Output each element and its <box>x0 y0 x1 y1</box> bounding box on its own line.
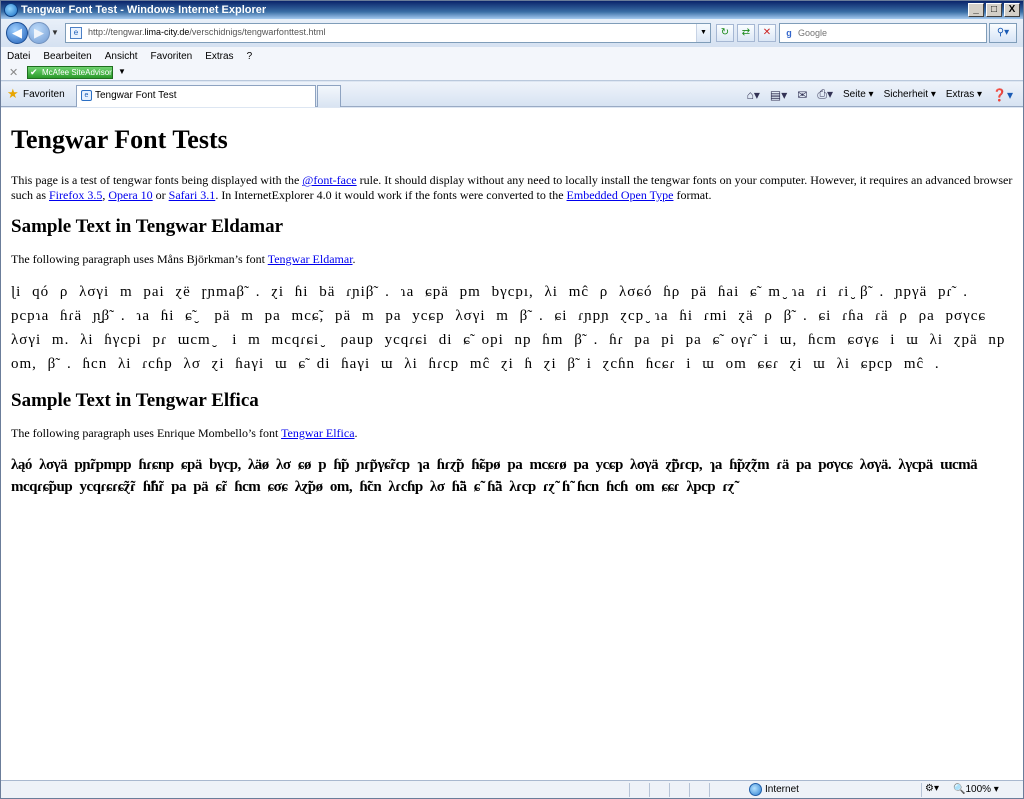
search-input[interactable] <box>798 26 978 40</box>
address-dropdown-icon[interactable]: ▼ <box>696 24 710 42</box>
help-icon[interactable]: ❓▾ <box>992 88 1013 102</box>
menu-ansicht[interactable]: Ansicht <box>105 51 138 62</box>
tab-tengwar-font-test[interactable]: e Tengwar Font Test <box>76 85 316 107</box>
globe-icon <box>749 783 762 796</box>
menu-extras[interactable]: Extras <box>205 51 233 62</box>
mail-icon[interactable]: ✉ <box>797 88 807 102</box>
link-safari[interactable]: Safari 3.1 <box>169 188 216 202</box>
refresh-icon[interactable]: ⇄ <box>737 24 755 42</box>
link-tengwar-elfica[interactable]: Tengwar Elfica <box>281 426 354 440</box>
mcafee-label: McAfee SiteAdvisor <box>42 68 112 77</box>
menu-favoriten[interactable]: Favoriten <box>151 51 193 62</box>
sicherheit-menu[interactable]: Sicherheit ▾ <box>884 89 936 100</box>
page-content: Tengwar Font Tests This page is a test o… <box>1 108 1023 780</box>
print-icon[interactable]: ⎙▾ <box>817 87 833 102</box>
address-url[interactable]: http://tengwar.lima-city.de/verschidnigs… <box>88 27 325 37</box>
window-title: Tengwar Font Test - Windows Internet Exp… <box>21 4 267 16</box>
favorites-button[interactable]: ★ Favoriten <box>5 86 65 103</box>
link-tengwar-eldamar[interactable]: Tengwar Eldamar <box>268 252 353 266</box>
extras-menu[interactable]: Extras ▾ <box>946 89 982 100</box>
seite-menu[interactable]: Seite ▾ <box>843 89 874 100</box>
minimize-button[interactable]: _ <box>968 3 984 17</box>
close-button[interactable]: X <box>1004 3 1020 17</box>
heading-elfica: Sample Text in Tengwar Elfica <box>11 390 259 411</box>
browser-window: Tengwar Font Test - Windows Internet Exp… <box>0 0 1024 799</box>
eldamar-sample-text: ɭi qó ρ λσγi m pai ɀë ɼɲmaβ̃ . ɀi ɦi bä … <box>11 284 1006 372</box>
address-bar[interactable]: e http://tengwar.lima-city.de/verschidni… <box>65 23 711 43</box>
new-tab-button[interactable] <box>317 85 341 107</box>
google-icon: g <box>786 28 792 38</box>
elfica-description: The following paragraph uses Enrique Mom… <box>11 426 358 440</box>
command-bar: ⌂▾ ▤▾ ✉ ⎙▾ Seite ▾ Sicherheit ▾ Extras ▾… <box>747 87 1013 102</box>
zone-label: Internet <box>765 784 799 795</box>
title-bar: Tengwar Font Test - Windows Internet Exp… <box>1 1 1023 19</box>
close-toolbar-icon[interactable]: ✕ <box>9 66 18 79</box>
menu-bearbeiten[interactable]: Bearbeiten <box>43 51 91 62</box>
menu-help[interactable]: ? <box>247 51 253 62</box>
page-icon: e <box>70 27 82 39</box>
home-icon[interactable]: ⌂▾ <box>747 88 760 102</box>
protected-mode-icon[interactable]: ⚙▾ <box>925 783 939 794</box>
tab-page-icon: e <box>81 90 92 101</box>
forward-button[interactable]: ▶ <box>28 22 50 44</box>
compatibility-view-button[interactable]: ↻ <box>716 24 734 42</box>
mcafee-siteadvisor-button[interactable]: ✔ McAfee SiteAdvisor <box>27 66 113 79</box>
history-dropdown-icon[interactable]: ▼ <box>51 28 59 37</box>
back-button[interactable]: ◀ <box>6 22 28 44</box>
link-embedded-open-type[interactable]: Embedded Open Type <box>567 188 674 202</box>
star-icon: ★ <box>7 86 19 101</box>
menu-datei[interactable]: Datei <box>7 51 30 62</box>
window-controls: _ □ X <box>968 3 1020 17</box>
favorites-label: Favoriten <box>23 89 65 100</box>
mcafee-dropdown-icon[interactable]: ▼ <box>118 67 126 76</box>
zoom-control[interactable]: 🔍100% ▾ <box>953 783 999 797</box>
status-bar: Internet ⚙▾ 🔍100% ▾ <box>1 780 1023 798</box>
feeds-icon[interactable]: ▤▾ <box>770 88 787 102</box>
check-icon: ✔ <box>30 67 38 77</box>
security-zone[interactable]: Internet <box>749 783 799 797</box>
page-title: Tengwar Font Tests <box>11 125 228 154</box>
heading-eldamar: Sample Text in Tengwar Eldamar <box>11 216 284 237</box>
stop-icon[interactable]: ✕ <box>758 24 776 42</box>
maximize-button[interactable]: □ <box>986 3 1002 17</box>
tab-title: Tengwar Font Test <box>95 90 177 101</box>
eldamar-description: The following paragraph uses Måns Björkm… <box>11 252 356 266</box>
link-font-face[interactable]: @font-face <box>302 173 356 187</box>
search-icon[interactable]: ⚲▾ <box>989 23 1017 43</box>
navigation-bar: ◀ ▶ ▼ e http://tengwar.lima-city.de/vers… <box>1 19 1023 47</box>
link-firefox[interactable]: Firefox 3.5 <box>49 188 102 202</box>
link-opera[interactable]: Opera 10 <box>108 188 152 202</box>
menu-bar: Datei Bearbeiten Ansicht Favoriten Extra… <box>1 47 1023 65</box>
mcafee-toolbar: ✕ ✔ McAfee SiteAdvisor ▼ <box>1 65 1023 81</box>
tab-bar: ★ Favoriten e Tengwar Font Test ⌂▾ ▤▾ ✉ … <box>1 82 1023 107</box>
intro-paragraph: This page is a test of tengwar fonts bei… <box>11 173 1013 202</box>
ie-app-icon <box>4 3 18 17</box>
elfica-sample-text: λąó λσγä pɲ̃ɾpmpp ɦɾɕnp ɕpä bγcp, λäø λσ… <box>11 457 978 495</box>
zoom-level: 100% <box>965 784 992 795</box>
search-box[interactable]: g <box>779 23 987 43</box>
